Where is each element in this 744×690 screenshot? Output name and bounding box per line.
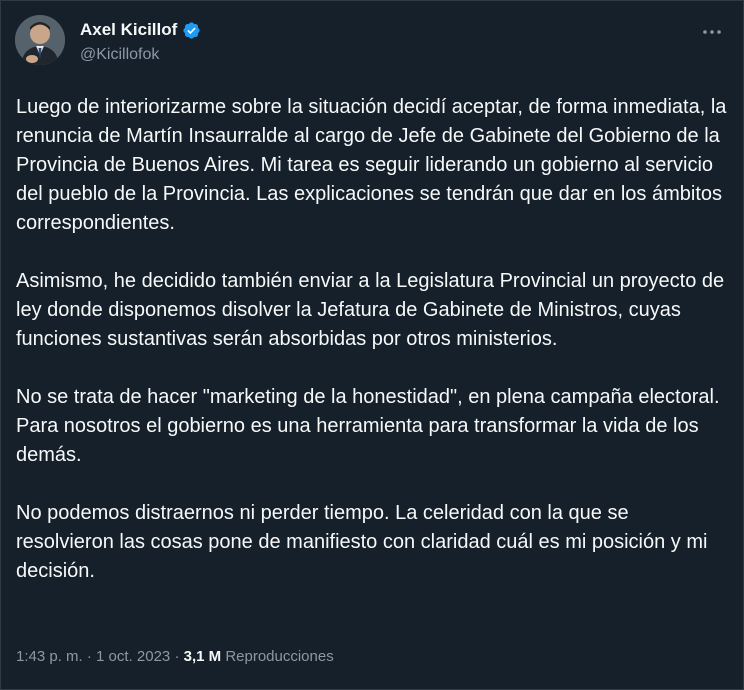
profile-photo-icon	[15, 15, 65, 65]
meta-separator: ·	[82, 648, 97, 665]
more-options-button[interactable]	[695, 17, 729, 47]
author-handle[interactable]: @Kicillofok	[80, 46, 159, 64]
tweet-meta: 1:43 p. m. · 1 oct. 2023 · 3,1 M Reprodu…	[16, 648, 334, 665]
meta-separator: ·	[170, 648, 184, 665]
avatar[interactable]	[15, 15, 65, 65]
tweet-time-link[interactable]: 1:43 p. m.	[16, 648, 83, 665]
author-display-name[interactable]: Axel Kicillof	[80, 20, 177, 40]
views-label: Reproducciones	[225, 648, 334, 665]
tweet-paragraph: Asimismo, he decidido también enviar a l…	[16, 270, 725, 350]
ellipsis-icon	[703, 30, 721, 34]
tweet-paragraph: No se trata de hacer "marketing de la ho…	[16, 386, 720, 466]
author-name-row: Axel Kicillof	[80, 20, 201, 40]
verified-badge-icon[interactable]	[182, 21, 201, 40]
views-count: 3,1 M	[183, 648, 222, 665]
tweet-paragraph: Luego de interiorizarme sobre la situaci…	[16, 96, 727, 234]
tweet-paragraph: No podemos distraernos ni perder tiempo.…	[16, 502, 708, 582]
tweet-card: Axel Kicillof @Kicillofok Luego de inter…	[0, 0, 744, 690]
tweet-body: Luego de interiorizarme sobre la situaci…	[16, 93, 731, 615]
tweet-date-link[interactable]: 1 oct. 2023	[96, 648, 170, 665]
